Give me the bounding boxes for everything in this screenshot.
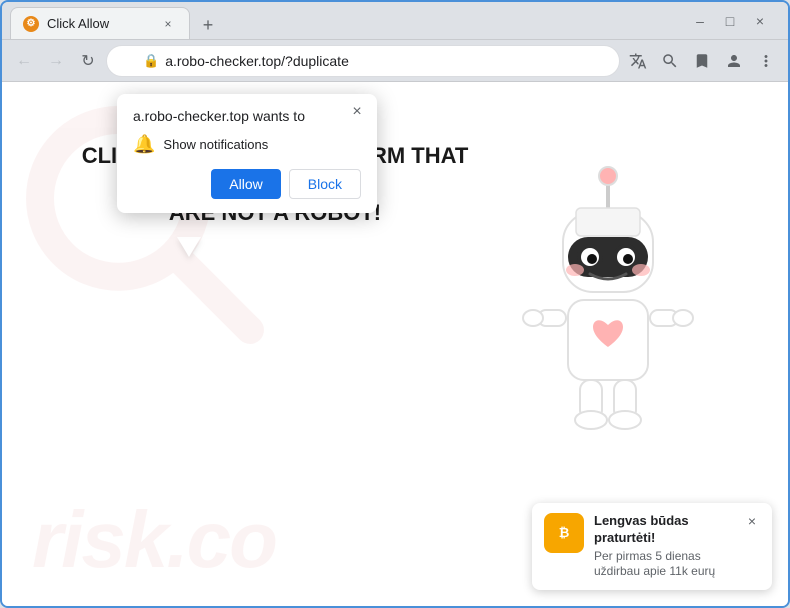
lock-icon: 🔒 <box>143 53 159 69</box>
page-content: risk.co a.robo-checker.top wants to × 🔔 … <box>2 82 788 606</box>
tab-close-button[interactable]: × <box>159 15 177 33</box>
tab-area: ⚙ Click Allow × + <box>10 2 680 39</box>
address-input-box[interactable]: 🔒 a.robo-checker.top/?duplicate <box>106 45 620 77</box>
toast-title: Lengvas būdas praturtėti! <box>594 513 734 547</box>
translate-icon-button[interactable] <box>624 47 652 75</box>
popup-close-button[interactable]: × <box>347 102 367 122</box>
tab-favicon: ⚙ <box>23 16 39 32</box>
speech-bubble-tail <box>177 237 197 267</box>
toast-body: Per pirmas 5 dienas uždirbau apie 11k eu… <box>594 549 734 580</box>
tab-title: Click Allow <box>47 16 109 31</box>
bookmark-icon-button[interactable] <box>688 47 716 75</box>
toast-content: Lengvas būdas praturtėti! Per pirmas 5 d… <box>594 513 734 580</box>
window-close-button[interactable]: × <box>748 9 772 33</box>
forward-button[interactable]: → <box>42 47 70 75</box>
url-text: a.robo-checker.top/?duplicate <box>165 53 349 69</box>
browser-window: ⚙ Click Allow × + – □ × ← → ↻ 🔒 a.robo-c… <box>0 0 790 608</box>
popup-title: a.robo-checker.top wants to <box>133 108 361 124</box>
toast-close-button[interactable]: × <box>744 513 760 529</box>
svg-text:₿: ₿ <box>559 525 570 540</box>
window-controls: – □ × <box>680 9 780 33</box>
browser-tab[interactable]: ⚙ Click Allow × <box>10 7 190 39</box>
block-button[interactable]: Block <box>289 169 361 199</box>
title-bar: ⚙ Click Allow × + – □ × <box>2 2 788 40</box>
watermark-text: risk.co <box>32 494 276 586</box>
back-button[interactable]: ← <box>10 47 38 75</box>
window-minimize-button[interactable]: – <box>688 9 712 33</box>
toast-notification: ₿ Lengvas būdas praturtėti! Per pirmas 5… <box>532 503 772 590</box>
robot-character <box>508 162 738 467</box>
menu-icon-button[interactable] <box>752 47 780 75</box>
search-icon-button[interactable] <box>656 47 684 75</box>
profile-icon-button[interactable] <box>720 47 748 75</box>
popup-buttons: Allow Block <box>133 169 361 199</box>
window-maximize-button[interactable]: □ <box>718 9 742 33</box>
popup-notification-row: 🔔 Show notifications <box>133 134 361 155</box>
notification-popup: a.robo-checker.top wants to × 🔔 Show not… <box>117 94 377 213</box>
allow-button[interactable]: Allow <box>211 169 280 199</box>
toast-icon: ₿ <box>544 513 584 553</box>
refresh-button[interactable]: ↻ <box>74 47 102 75</box>
bell-icon: 🔔 <box>133 134 155 155</box>
address-actions <box>624 47 780 75</box>
address-bar: ← → ↻ 🔒 a.robo-checker.top/?duplicate <box>2 40 788 82</box>
popup-notification-text: Show notifications <box>163 137 268 152</box>
new-tab-button[interactable]: + <box>194 11 222 39</box>
